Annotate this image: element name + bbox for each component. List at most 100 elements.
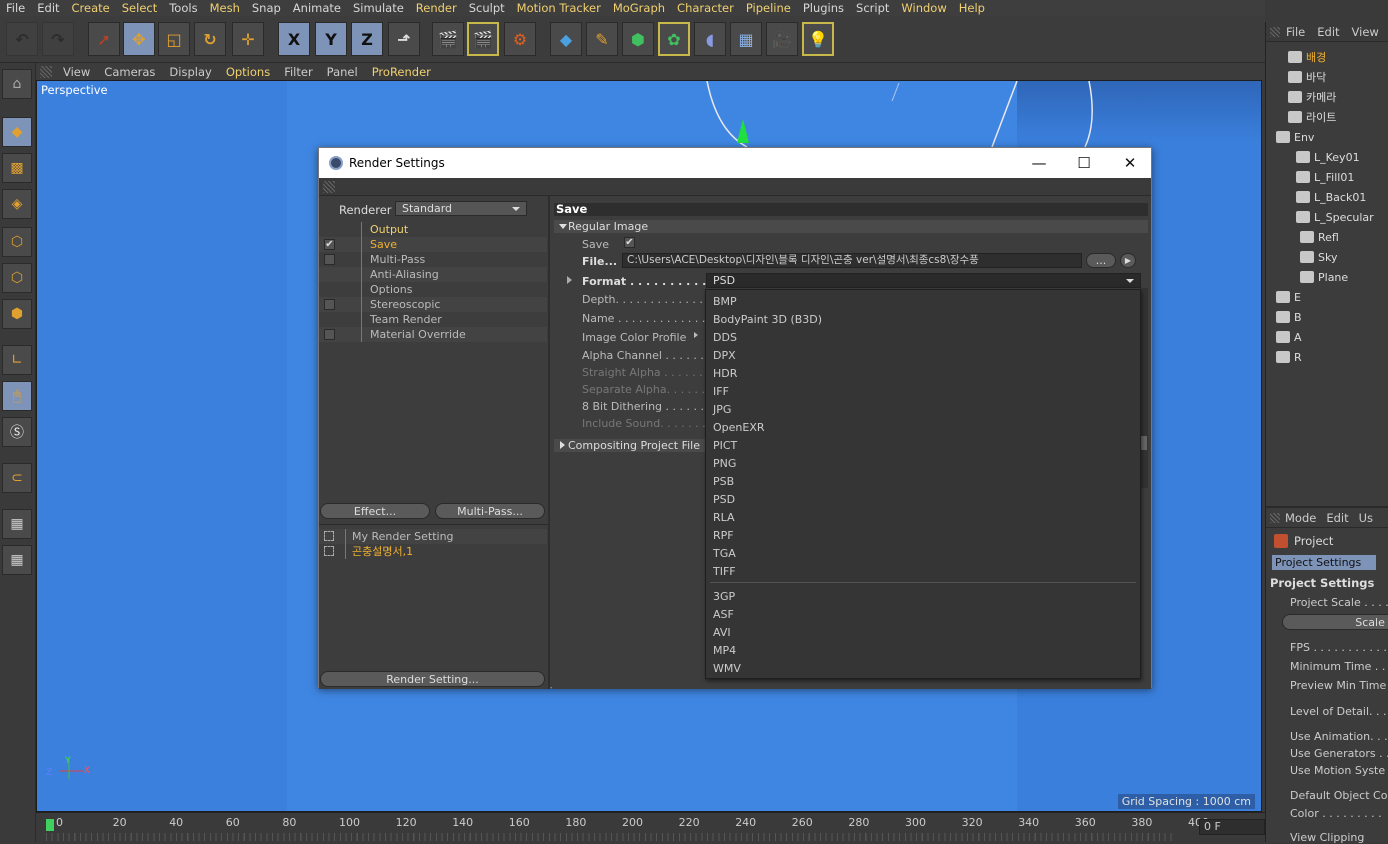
color-profile-arrow-icon[interactable]: [694, 332, 698, 338]
file-path-field[interactable]: C:\Users\ACE\Desktop\디자인\블록 디자인\곤충 ver\설…: [622, 253, 1082, 268]
tree-checkbox[interactable]: □: [324, 299, 335, 310]
save-checkbox[interactable]: ✔: [624, 237, 635, 248]
y-axis-lock-button[interactable]: Y: [315, 22, 347, 56]
format-option[interactable]: IFF: [713, 385, 729, 398]
object-list-item[interactable]: Sky: [1270, 247, 1388, 267]
tab-project-settings[interactable]: Project Settings: [1272, 555, 1376, 570]
current-frame-field[interactable]: 0 F: [1199, 819, 1265, 835]
menu-snap[interactable]: Snap: [246, 1, 287, 15]
render-setting-row[interactable]: My Render Setting: [319, 529, 547, 544]
format-option[interactable]: TGA: [713, 547, 736, 560]
object-list-item[interactable]: L_Key01: [1270, 147, 1388, 167]
subdivision-icon[interactable]: ⬢: [622, 22, 654, 56]
tree-item-team-render[interactable]: Team Render: [361, 312, 442, 327]
object-list-item[interactable]: 라이트: [1270, 107, 1388, 127]
menu-pipeline[interactable]: Pipeline: [740, 1, 797, 15]
menu-edit[interactable]: Edit: [31, 1, 65, 15]
format-option[interactable]: PNG: [713, 457, 736, 470]
viewport-menu-view[interactable]: View: [56, 65, 97, 79]
render-setting-name[interactable]: My Render Setting: [345, 529, 454, 544]
format-option[interactable]: TIFF: [713, 565, 736, 578]
object-list-item[interactable]: L_Fill01: [1270, 167, 1388, 187]
cube-primitive-icon[interactable]: ◆: [550, 22, 582, 56]
tree-row[interactable]: □ Material Override: [319, 327, 547, 342]
object-list-item[interactable]: E: [1270, 287, 1388, 307]
movie-format-option[interactable]: WMV: [713, 662, 741, 675]
tree-row[interactable]: □ Stereoscopic: [319, 297, 547, 312]
attribute-manager-grip-icon[interactable]: [1270, 512, 1280, 523]
axis-mode-icon[interactable]: ∟: [2, 345, 32, 375]
format-option[interactable]: BMP: [713, 295, 737, 308]
attribute-menu-us[interactable]: Us: [1354, 511, 1378, 525]
multi-pass-button[interactable]: Multi-Pass...: [435, 503, 545, 519]
make-editable-icon[interactable]: ⌂: [2, 69, 32, 99]
format-expand-icon[interactable]: [567, 276, 572, 284]
move-tool-icon[interactable]: ✥: [123, 22, 155, 56]
scale-tool-icon[interactable]: ◱: [158, 22, 190, 56]
tree-item-material-override[interactable]: Material Override: [361, 327, 466, 342]
object-list-item[interactable]: Env: [1270, 127, 1388, 147]
tree-row[interactable]: ✔ Save: [319, 237, 547, 252]
snap-icon[interactable]: ⊂: [2, 463, 32, 493]
object-menu-view[interactable]: View: [1346, 25, 1385, 39]
renderer-select[interactable]: Standard: [395, 201, 527, 216]
menu-mograph[interactable]: MoGraph: [607, 1, 671, 15]
format-option[interactable]: PSD: [713, 493, 735, 506]
object-list-item[interactable]: Plane: [1270, 267, 1388, 287]
format-select[interactable]: PSD: [706, 273, 1141, 288]
points-mode-icon[interactable]: ⬡: [2, 227, 32, 257]
timeline-current-frame-marker[interactable]: [46, 819, 54, 831]
dialog-titlebar[interactable]: Render Settings — ☐ ✕: [319, 148, 1151, 178]
format-option[interactable]: DPX: [713, 349, 736, 362]
model-mode-icon[interactable]: ◆: [2, 117, 32, 147]
object-manager-grip-icon[interactable]: [1270, 26, 1280, 37]
menu-tools[interactable]: Tools: [163, 1, 203, 15]
maximize-button[interactable]: ☐: [1061, 148, 1107, 178]
object-list-item[interactable]: L_Specular: [1270, 207, 1388, 227]
rotate-tool-icon[interactable]: ↻: [194, 22, 226, 56]
live-selection-icon[interactable]: ➚: [88, 22, 120, 56]
viewport-grip-icon[interactable]: [40, 65, 52, 78]
format-option[interactable]: DDS: [713, 331, 737, 344]
viewport-menu-prorender[interactable]: ProRender: [365, 65, 438, 79]
object-menu-file[interactable]: File: [1280, 25, 1311, 39]
object-list-item[interactable]: 바닥: [1270, 67, 1388, 87]
object-list-item[interactable]: 카메라: [1270, 87, 1388, 107]
tree-item-multi-pass[interactable]: Multi-Pass: [361, 252, 425, 267]
edit-render-settings-icon[interactable]: ⚙: [504, 22, 536, 56]
render-picture-viewer-icon[interactable]: 🎬: [467, 22, 499, 56]
tree-checkbox[interactable]: □: [324, 329, 335, 340]
format-option[interactable]: RPF: [713, 529, 734, 542]
render-view-icon[interactable]: 🎬: [432, 22, 464, 56]
attribute-menu-mode[interactable]: Mode: [1280, 511, 1321, 525]
movie-format-option[interactable]: MP4: [713, 644, 736, 657]
menu-sculpt[interactable]: Sculpt: [463, 1, 511, 15]
menu-window[interactable]: Window: [895, 1, 952, 15]
browse-file-button[interactable]: ...: [1086, 253, 1116, 268]
menu-simulate[interactable]: Simulate: [347, 1, 410, 15]
polygons-mode-icon[interactable]: ⬢: [2, 299, 32, 329]
menu-render[interactable]: Render: [410, 1, 463, 15]
tree-row[interactable]: Anti-Aliasing: [319, 267, 547, 282]
workplane-rotate-icon[interactable]: ▦: [2, 545, 32, 575]
scale-project-button[interactable]: Scale P: [1282, 614, 1388, 630]
menu-script[interactable]: Script: [850, 1, 895, 15]
viewport-menu-options[interactable]: Options: [219, 65, 277, 79]
minimize-button[interactable]: —: [1016, 148, 1062, 178]
menu-animate[interactable]: Animate: [287, 1, 347, 15]
grip-icon[interactable]: [323, 181, 335, 193]
render-setting-row[interactable]: 곤충설명서,1: [319, 544, 547, 559]
tree-row[interactable]: Options: [319, 282, 547, 297]
movie-format-option[interactable]: AVI: [713, 626, 731, 639]
tree-checkbox[interactable]: ✔: [324, 239, 335, 250]
tree-row[interactable]: Team Render: [319, 312, 547, 327]
workplane-lock-icon[interactable]: ▦: [2, 509, 32, 539]
object-list-item[interactable]: 배경: [1270, 47, 1388, 67]
object-list-item[interactable]: A: [1270, 327, 1388, 347]
menu-help[interactable]: Help: [953, 1, 991, 15]
tree-row[interactable]: Output: [319, 222, 547, 237]
render-setting-name[interactable]: 곤충설명서,1: [345, 544, 413, 559]
cloner-icon[interactable]: ✿: [658, 22, 690, 56]
panel-scrollbar-thumb[interactable]: [1141, 436, 1147, 450]
tweak-mode-icon[interactable]: 🖱: [2, 381, 32, 411]
